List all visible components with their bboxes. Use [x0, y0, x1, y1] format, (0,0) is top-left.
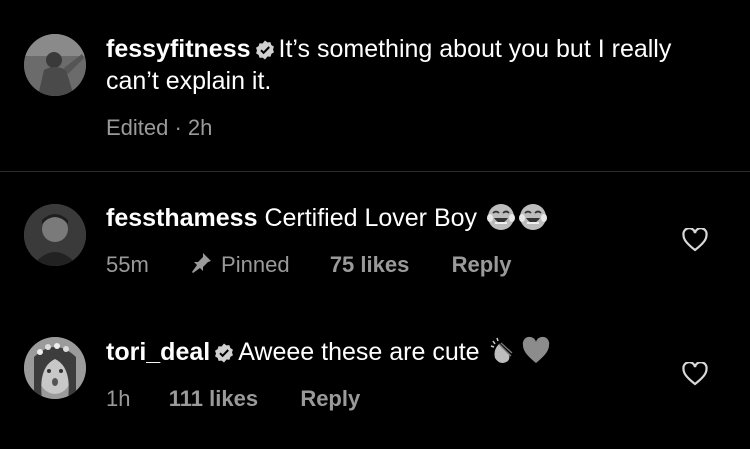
tears-of-joy-emoji-icon: [486, 202, 516, 232]
divider: [0, 171, 750, 172]
avatar[interactable]: [24, 34, 86, 96]
comment-text-1: fessyfitness It’s something about you but…: [106, 33, 706, 97]
profile-photo-icon: [24, 337, 86, 399]
pin-icon: [189, 251, 213, 275]
comment-body: Certified Lover Boy: [264, 204, 478, 232]
likes-count[interactable]: 111 likes: [169, 386, 258, 411]
reply-button[interactable]: Reply: [452, 252, 512, 277]
timestamp: 1h: [106, 386, 131, 411]
clapping-hands-emoji-icon: [489, 336, 519, 366]
avatar[interactable]: [24, 204, 86, 266]
username[interactable]: fessyfitness: [106, 35, 251, 63]
verified-badge-icon: [214, 343, 234, 363]
pinned-label: Pinned: [221, 252, 290, 277]
like-heart-icon[interactable]: [682, 228, 708, 252]
comment-meta: 55m Pinned 75 likes Reply: [106, 251, 512, 279]
avatar[interactable]: [24, 337, 86, 399]
username[interactable]: tori_deal: [106, 338, 210, 366]
comment-meta: Edited · 2h: [106, 115, 213, 140]
reply-button[interactable]: Reply: [300, 386, 360, 411]
username[interactable]: fessthamess: [106, 204, 257, 232]
comment-body: Aweee these are cute: [238, 338, 480, 366]
comment-text-3: tori_deal Aweee these are cute: [106, 336, 666, 368]
profile-photo-icon: [24, 34, 86, 96]
tears-of-joy-emoji-icon: [518, 202, 548, 232]
profile-photo-icon: [24, 204, 86, 266]
verified-badge-icon: [255, 40, 275, 60]
likes-count[interactable]: 75 likes: [330, 252, 410, 277]
comment-text-2: fessthamess Certified Lover Boy: [106, 202, 666, 234]
timestamp: 55m: [106, 252, 149, 277]
heart-emoji-icon: [521, 336, 551, 366]
like-heart-icon[interactable]: [682, 362, 708, 386]
comment-meta: 1h 111 likes Reply: [106, 385, 360, 413]
